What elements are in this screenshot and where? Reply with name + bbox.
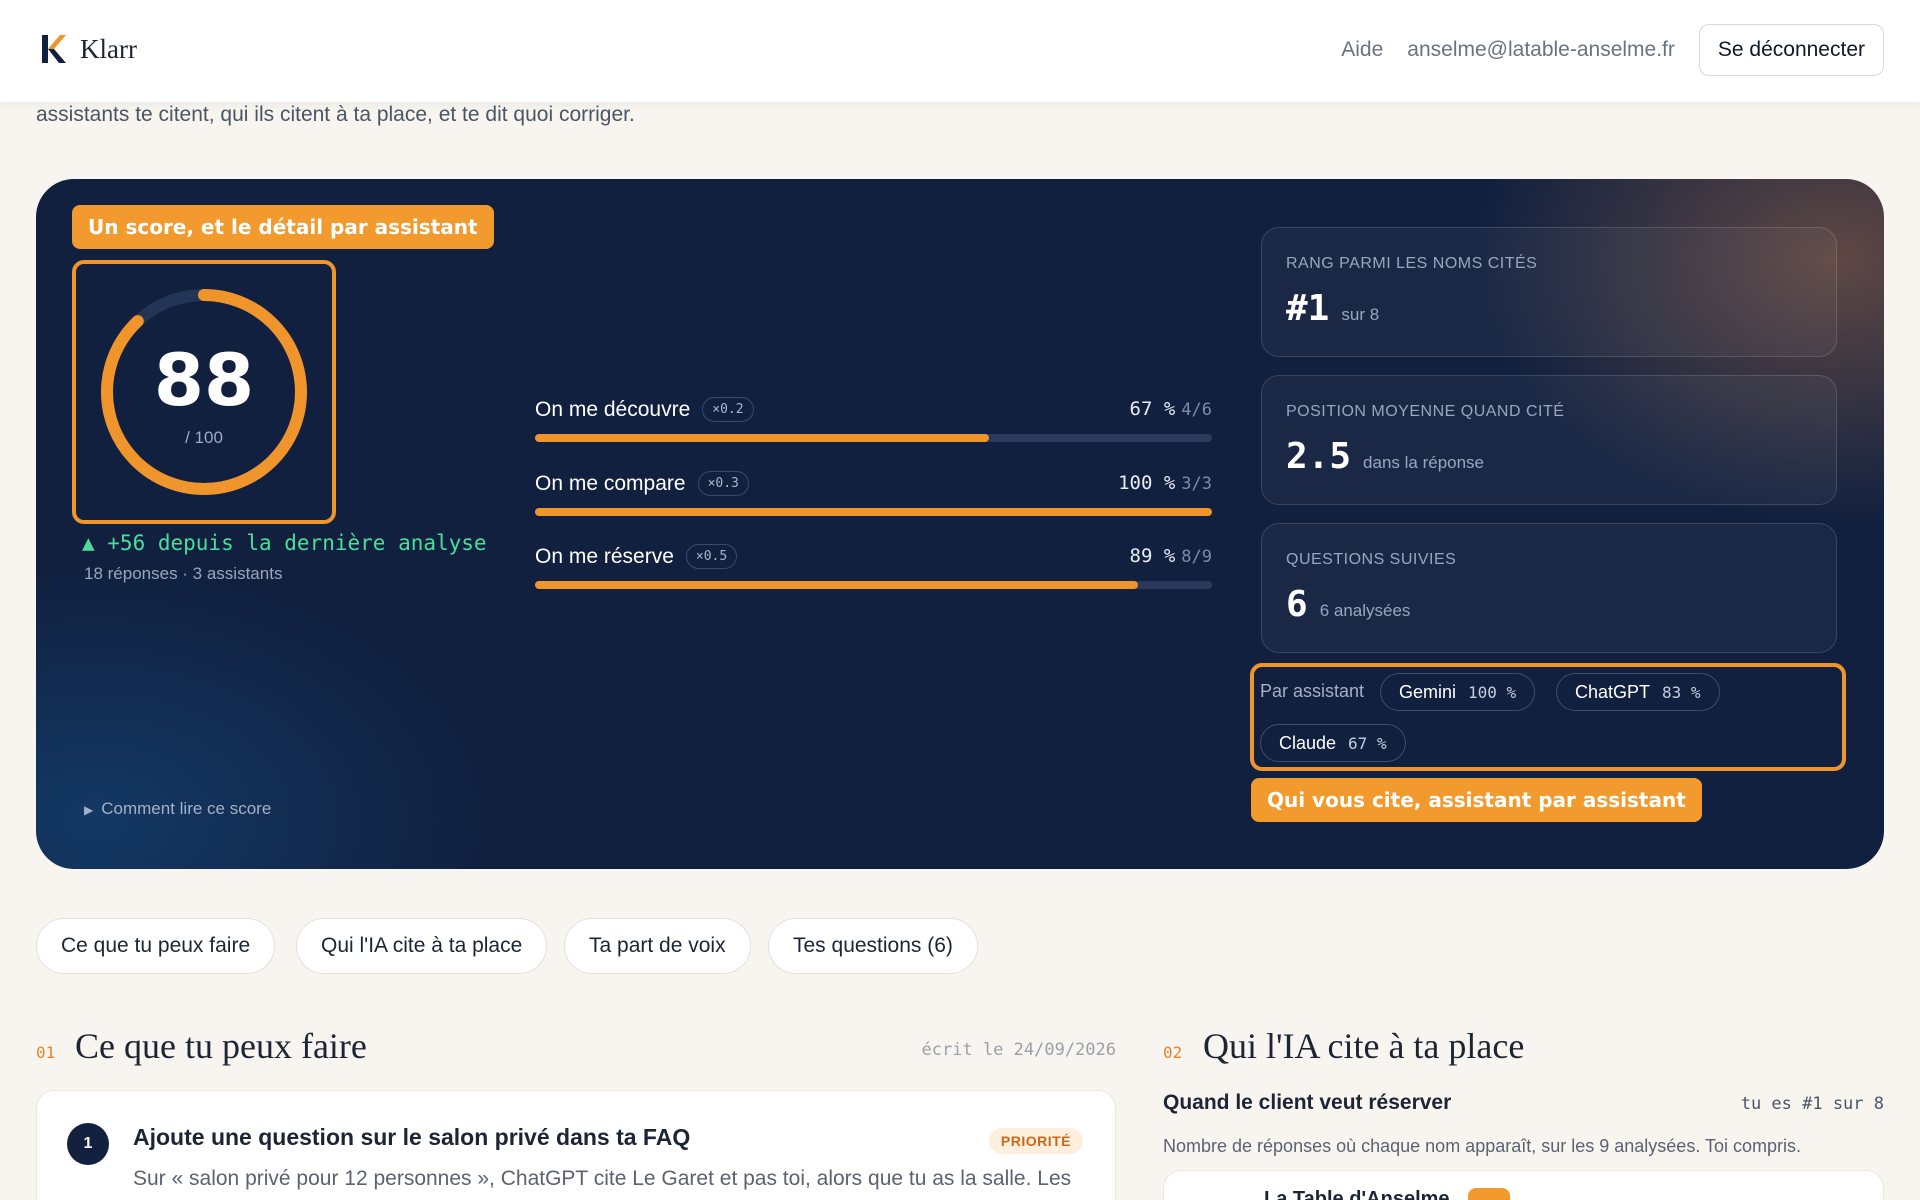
how-to-read-label: Comment lire ce score — [101, 799, 272, 818]
stat-questions: QUESTIONS SUIVIES 6 6 analysées — [1261, 523, 1837, 653]
section-number: 02 — [1163, 1043, 1183, 1062]
score-delta: ▲ +56 depuis la dernière analyse — [82, 531, 487, 555]
metric-label: On me découvre — [535, 397, 691, 421]
metric-label: On me compare — [535, 471, 686, 495]
assistant-pill-chatgpt[interactable]: ChatGPT 83 % — [1556, 673, 1720, 711]
brand-name: Klarr — [80, 33, 137, 64]
rank-summary: tu es #1 sur 8 — [1740, 1094, 1884, 1114]
metric-label: On me réserve — [535, 544, 674, 568]
metric-compare: On me compare ×0.3 100 % 3/3 — [535, 471, 1212, 516]
klarr-logo-icon — [40, 33, 66, 65]
score-max: / 100 — [185, 428, 223, 447]
stat-value: #1 — [1286, 288, 1330, 329]
score-hero-card: Un score, et le détail par assistant 88 … — [36, 179, 1884, 869]
metric-book: On me réserve ×0.5 89 % 8/9 — [535, 544, 1212, 589]
competitor-name: La Table d'Anselme — [1264, 1188, 1450, 1200]
competitor-row: La Table d'Anselme — [1163, 1170, 1884, 1200]
score-value: 88 — [153, 338, 255, 422]
section-title: Qui l'IA cite à ta place — [1203, 1026, 1525, 1066]
tab-share-of-voice[interactable]: Ta part de voix — [564, 918, 751, 974]
metric-bar — [535, 434, 1212, 442]
assistant-pct: 83 % — [1662, 682, 1701, 702]
metric-percent: 67 % — [1129, 398, 1176, 420]
help-link[interactable]: Aide — [1341, 38, 1383, 62]
metric-fraction: 4/6 — [1181, 400, 1212, 420]
metric-weight: ×0.2 — [702, 397, 754, 422]
assistants-label: Par assistant — [1260, 681, 1365, 701]
metric-fraction: 3/3 — [1181, 474, 1212, 494]
metric-percent: 89 % — [1129, 545, 1176, 567]
stat-value: 2.5 — [1286, 436, 1352, 477]
stat-value: 6 — [1286, 584, 1308, 625]
assistant-name: Gemini — [1399, 681, 1457, 702]
stat-title: QUESTIONS SUIVIES — [1286, 551, 1457, 568]
intro-text: assistants te citent, qui ils citent à t… — [36, 103, 635, 126]
tab-actions[interactable]: Ce que tu peux faire — [36, 918, 276, 974]
assistants-annotation-tag: Qui vous cite, assistant par assistant — [1251, 778, 1702, 822]
stat-title: RANG PARMI LES NOMS CITÉS — [1286, 255, 1538, 272]
metric-bar-fill — [535, 434, 989, 442]
assistant-name: ChatGPT — [1575, 681, 1651, 702]
stat-avg-position: POSITION MOYENNE QUAND CITÉ 2.5 dans la r… — [1261, 375, 1837, 505]
logout-button[interactable]: Se déconnecter — [1698, 24, 1884, 76]
top-bar: Klarr Aide anselme@latable-anselme.fr Se… — [0, 0, 1920, 102]
metric-bar-fill — [535, 581, 1138, 589]
metric-percent: 100 % — [1118, 472, 1176, 494]
metric-discover: On me découvre ×0.2 67 % 4/6 — [535, 397, 1212, 442]
metric-bar — [535, 508, 1212, 516]
assistant-pill-claude[interactable]: Claude 67 % — [1260, 724, 1406, 762]
action-title: Ajoute une question sur le salon privé d… — [133, 1124, 691, 1150]
assistant-pill-gemini[interactable]: Gemini 100 % — [1380, 673, 1536, 711]
assistant-name: Claude — [1279, 732, 1337, 753]
how-to-read-toggle[interactable]: ▶ Comment lire ce score — [84, 799, 271, 819]
you-badge — [1468, 1188, 1510, 1200]
brand-logo[interactable]: Klarr — [40, 33, 137, 65]
caret-right-icon: ▶ — [84, 803, 94, 817]
stat-rank: RANG PARMI LES NOMS CITÉS #1 sur 8 — [1261, 227, 1837, 357]
metric-weight: ×0.5 — [685, 544, 738, 569]
assistant-pct: 67 % — [1348, 733, 1387, 753]
score-annotation-tag: Un score, et le détail par assistant — [72, 205, 494, 249]
tab-questions[interactable]: Tes questions (6) — [768, 918, 978, 974]
section-title: Ce que tu peux faire — [75, 1026, 367, 1066]
action-card[interactable]: 1 Ajoute une question sur le salon privé… — [36, 1090, 1116, 1200]
score-gauge: 88 / 100 — [72, 260, 336, 524]
stat-suffix: sur 8 — [1341, 305, 1380, 324]
section-number: 01 — [36, 1043, 56, 1062]
priority-badge: PRIORITÉ — [988, 1128, 1083, 1154]
user-email: anselme@latable-anselme.fr — [1407, 38, 1675, 61]
tab-competitors[interactable]: Qui l'IA cite à ta place — [296, 918, 548, 974]
metric-weight: ×0.3 — [697, 471, 749, 496]
section-date: écrit le 24/09/2026 — [921, 1040, 1116, 1060]
section-description: Nombre de réponses où chaque nom apparaî… — [1163, 1136, 1802, 1156]
score-meta: 18 réponses · 3 assistants — [84, 564, 283, 583]
stat-suffix: dans la réponse — [1363, 453, 1485, 472]
assistants-breakdown: Par assistant Gemini 100 % ChatGPT 83 % Cl… — [1250, 663, 1846, 771]
assistant-pct: 100 % — [1468, 682, 1517, 702]
metric-fraction: 8/9 — [1181, 547, 1212, 567]
step-badge: 1 — [67, 1123, 109, 1165]
stat-suffix: 6 analysées — [1319, 601, 1411, 620]
metric-bar — [535, 581, 1212, 589]
action-description: Sur « salon privé pour 12 personnes », C… — [133, 1167, 1072, 1190]
metric-bar-fill — [535, 508, 1212, 516]
section-subtitle: Quand le client veut réserver — [1163, 1091, 1452, 1114]
stat-title: POSITION MOYENNE QUAND CITÉ — [1286, 403, 1565, 420]
